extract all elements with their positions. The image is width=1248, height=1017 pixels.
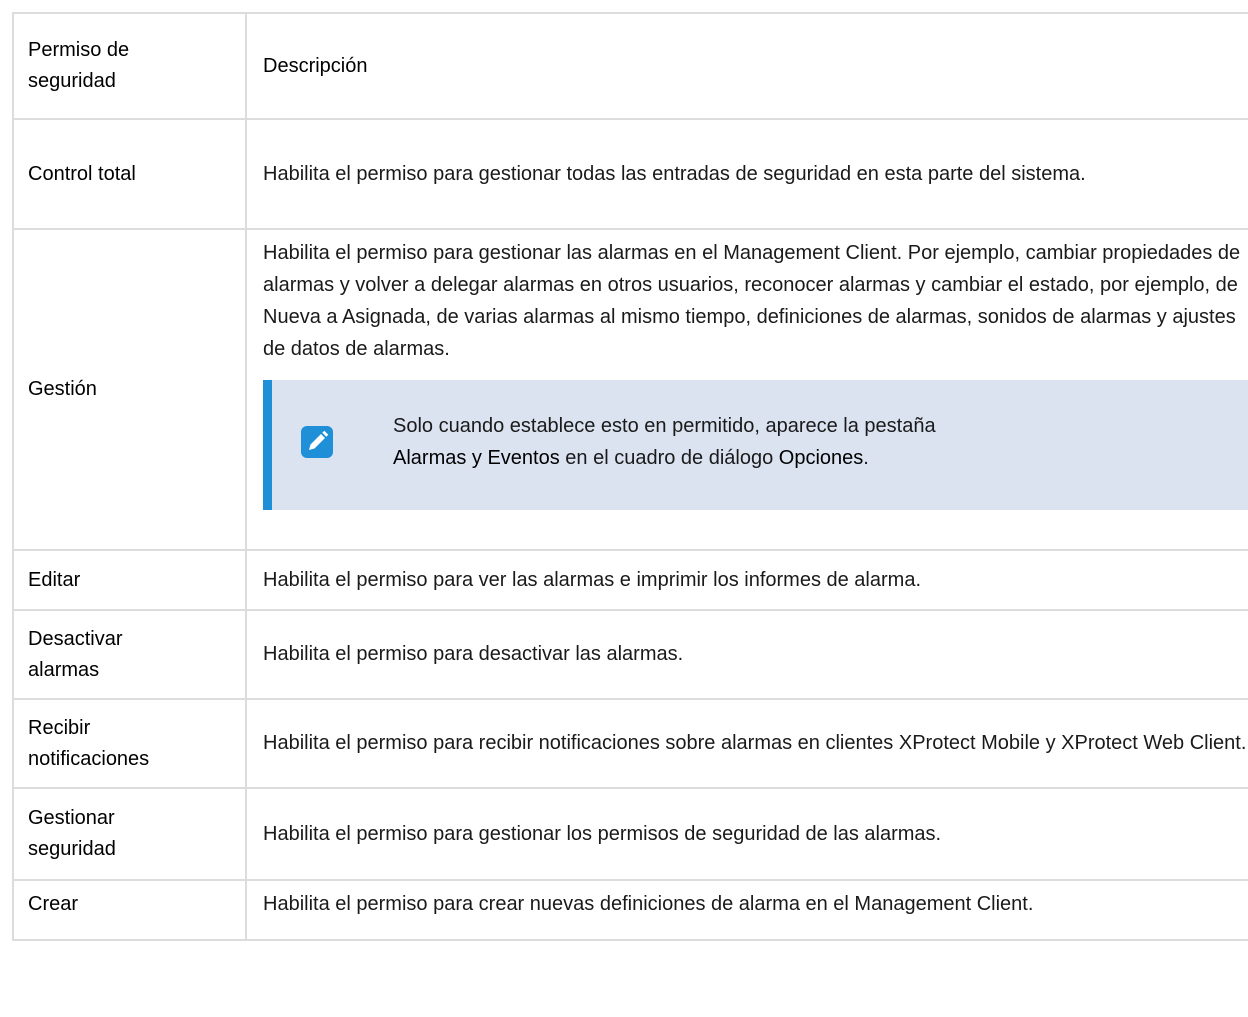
permission-name: Crear — [12, 879, 247, 941]
permission-description: Habilita el permiso para gestionar las a… — [245, 228, 1248, 551]
header-permission: Permiso de seguridad — [12, 12, 247, 120]
permission-name: Desactivar alarmas — [12, 609, 247, 700]
note-bold-dialog: Opciones — [778, 447, 864, 469]
table-row: Editar Habilita el permiso para ver las … — [12, 549, 1248, 611]
permission-name: Editar — [12, 549, 247, 611]
note-bold-tab: Alarmas y Eventos — [393, 447, 560, 469]
header-description-label: Descripción — [263, 54, 368, 77]
permission-description: Habilita el permiso para crear nuevas de… — [245, 879, 1248, 941]
table-row: Recibir notificaciones Habilita el permi… — [12, 698, 1248, 789]
header-permission-label: Permiso de seguridad — [28, 39, 130, 92]
table-row: Crear Habilita el permiso para crear nue… — [12, 879, 1248, 941]
note-box: Solo cuando establece esto en permitido,… — [263, 380, 1248, 510]
table-header-row: Permiso de seguridad Descripción — [12, 12, 1248, 120]
permission-name: Gestionar seguridad — [12, 787, 247, 881]
header-description: Descripción — [245, 12, 1248, 120]
permission-description: Habilita el permiso para desactivar las … — [245, 609, 1248, 700]
permissions-table: Permiso de seguridad Descripción Control… — [12, 12, 1248, 941]
note-text: Solo cuando establece esto en permitido,… — [393, 415, 936, 469]
permission-name: Control total — [12, 118, 247, 230]
table-row: Gestionar seguridad Habilita el permiso … — [12, 787, 1248, 881]
table-row: Gestión Habilita el permiso para gestion… — [12, 228, 1248, 551]
permission-description: Habilita el permiso para gestionar todas… — [245, 118, 1248, 230]
permission-name: Recibir notificaciones — [12, 698, 247, 789]
permission-name: Gestión — [12, 228, 247, 551]
table-row: Desactivar alarmas Habilita el permiso p… — [12, 609, 1248, 700]
permission-description: Habilita el permiso para ver las alarmas… — [245, 549, 1248, 611]
table-row: Control total Habilita el permiso para g… — [12, 118, 1248, 230]
permission-description: Habilita el permiso para recibir notific… — [245, 698, 1248, 789]
pencil-icon — [301, 426, 333, 458]
permission-description: Habilita el permiso para gestionar los p… — [245, 787, 1248, 881]
